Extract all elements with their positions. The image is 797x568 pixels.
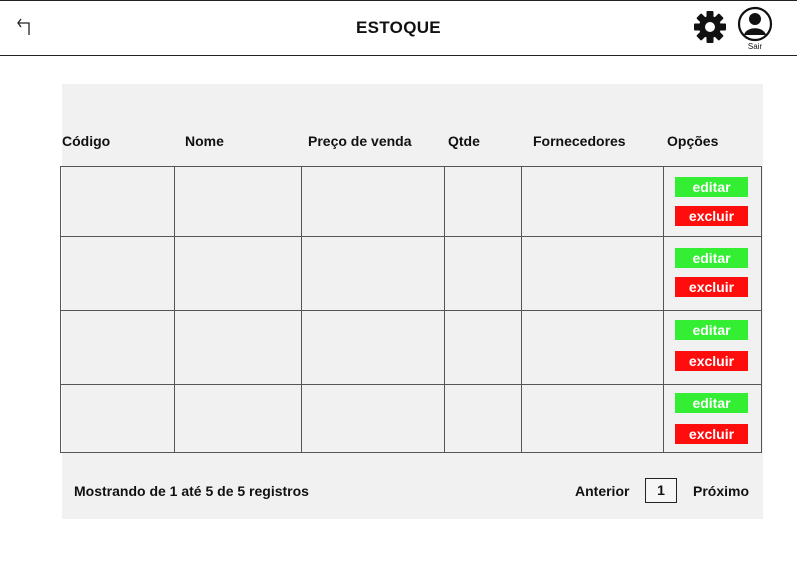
current-page-button[interactable]: 1	[645, 478, 677, 503]
column-header-nome: Nome	[185, 133, 224, 149]
edit-button[interactable]: editar	[675, 320, 748, 340]
edit-button[interactable]: editar	[675, 248, 748, 268]
logout-button[interactable]: Sair	[737, 6, 773, 54]
row-divider	[61, 384, 761, 385]
user-avatar-icon	[737, 6, 773, 42]
column-header-fornecedores: Fornecedores	[533, 133, 626, 149]
edit-button[interactable]: editar	[675, 393, 748, 413]
delete-button[interactable]: excluir	[675, 206, 748, 226]
settings-button[interactable]	[693, 10, 727, 44]
row-divider	[61, 236, 761, 237]
delete-button[interactable]: excluir	[675, 424, 748, 444]
edit-button[interactable]: editar	[675, 177, 748, 197]
column-header-qtde: Qtde	[448, 133, 480, 149]
records-summary: Mostrando de 1 até 5 de 5 registros	[74, 483, 309, 499]
delete-button[interactable]: excluir	[675, 351, 748, 371]
logout-label: Sair	[747, 42, 763, 51]
delete-button[interactable]: excluir	[675, 277, 748, 297]
column-header-opcoes: Opções	[667, 133, 719, 149]
column-header-codigo: Código	[62, 133, 111, 149]
app-header: ESTOQUE Sair	[0, 0, 797, 56]
stock-table-panel: Código Nome Preço de venda Qtde Forneced…	[60, 84, 763, 519]
next-page-link[interactable]: Próximo	[693, 483, 749, 499]
page-title: ESTOQUE	[356, 18, 441, 37]
row-divider	[61, 310, 761, 311]
column-header-preco: Preço de venda	[308, 133, 412, 149]
stock-table: editar excluir editar excluir editar exc…	[60, 166, 762, 453]
gear-icon	[694, 11, 726, 43]
previous-page-link[interactable]: Anterior	[575, 483, 629, 499]
